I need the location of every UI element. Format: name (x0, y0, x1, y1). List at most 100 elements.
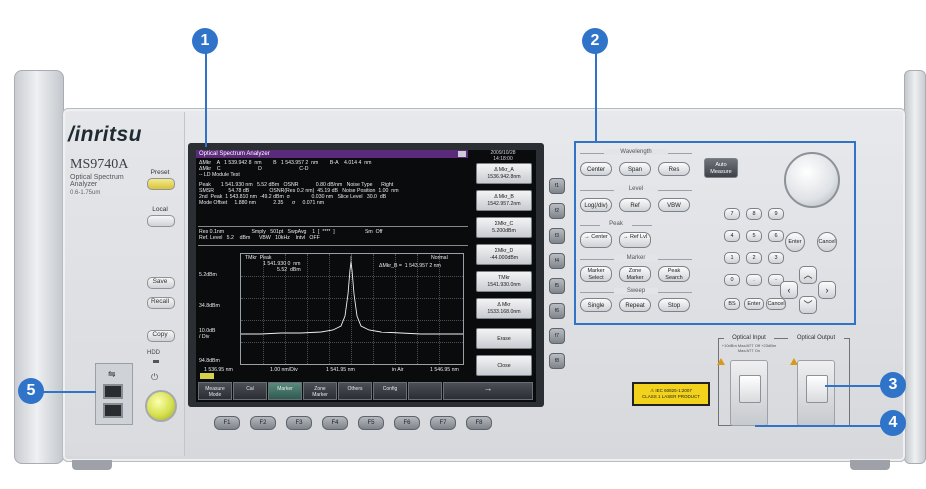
softkey-delta-mkr-b[interactable]: Δ Mkr_B 1542.957.2nm (476, 190, 532, 211)
function-key-f1[interactable]: F1 (214, 416, 240, 430)
hdd-label: HDD (147, 350, 160, 356)
stop-button[interactable]: Stop (658, 298, 690, 312)
softkey-mkr-d[interactable]: ΣMkr_D -44.000dBm (476, 244, 532, 265)
num-key-2[interactable]: 2 (746, 252, 762, 264)
tab-zone-marker[interactable]: Zone Marker (303, 382, 337, 400)
tab-config[interactable]: Config (373, 382, 407, 400)
callout-line (825, 385, 882, 387)
screen-title: Optical Spectrum Analyzer (199, 151, 270, 157)
divider (198, 226, 468, 227)
left-arrow-button[interactable]: ‹ (780, 281, 798, 299)
cancel-round-button[interactable]: Cancel (817, 232, 837, 252)
function-key-f6[interactable]: F6 (394, 416, 420, 430)
x-label-medium: in Air (392, 367, 404, 373)
num-key-0[interactable]: 0 (724, 274, 740, 286)
cancel-key[interactable]: Cancel (766, 298, 786, 310)
tab-others[interactable]: Others (338, 382, 372, 400)
num-key-7[interactable]: 7 (724, 208, 740, 220)
lcd-screen: Optical Spectrum Analyzer 2009/10/28 14:… (196, 150, 536, 402)
zone-marker-button[interactable]: Zone Marker (619, 266, 651, 282)
x-label-div: 1.00 nm/Div (270, 367, 298, 373)
vbw-button[interactable]: VBW (658, 198, 690, 212)
res-button[interactable]: Res (658, 162, 690, 176)
num-key-4[interactable]: 4 (724, 230, 740, 242)
function-key-f7[interactable]: F7 (430, 416, 456, 430)
local-label: Local (152, 206, 168, 213)
softkey-delta-mkr[interactable]: Δ Mkr 1533.168.0nm (476, 298, 532, 319)
side-key-f1[interactable]: f1 (549, 178, 565, 194)
single-button[interactable]: Single (580, 298, 612, 312)
datetime: 2009/10/28 14:18:00 (470, 150, 536, 162)
callout-line (755, 425, 882, 427)
side-key-f8[interactable]: f8 (549, 353, 565, 369)
local-button[interactable] (147, 215, 175, 227)
function-key-f3[interactable]: F3 (286, 416, 312, 430)
down-arrow-button[interactable]: ﹀ (799, 296, 817, 314)
sweep-group-label: Sweep (614, 288, 658, 294)
peak-to-center-button[interactable]: → Center (580, 232, 612, 248)
model-name: MS9740A (70, 157, 129, 172)
delta-marker-readout: ΔMkr_B = 1 543.957 2 nm (379, 263, 441, 269)
log-div-button[interactable]: Log(/div) (580, 198, 612, 212)
auto-measure-button[interactable]: Auto Measure (704, 158, 738, 178)
function-key-f4[interactable]: F4 (322, 416, 348, 430)
trace-marker-level: 5.52 dBm (277, 267, 301, 273)
x-label-center: 1 541.95 nm (326, 367, 355, 373)
num-key-dot[interactable]: . (746, 274, 762, 286)
enter-key[interactable]: Enter (744, 298, 764, 310)
softkey-mkr-c[interactable]: ΣMkr_C 5.200dBm (476, 217, 532, 238)
trace-mode: Normal (431, 255, 448, 261)
softkey-close[interactable]: Close (476, 355, 532, 376)
callout-5: 5 (18, 378, 44, 404)
right-arrow-button[interactable]: › (818, 281, 836, 299)
num-key-3[interactable]: 3 (768, 252, 784, 264)
marker-select-button[interactable]: Marker Select (580, 266, 612, 282)
function-key-f2[interactable]: F2 (250, 416, 276, 430)
measure-line: Mode Offset 1.880 nm 2.35 σ 0.071 nm (199, 200, 325, 206)
peak-to-ref-level-button[interactable]: → Ref Lvl (619, 232, 651, 248)
tab-marker[interactable]: Marker (268, 382, 302, 400)
peak-search-button[interactable]: Peak Search (658, 266, 690, 282)
recall-label: Recall (150, 298, 170, 305)
rotary-knob[interactable] (784, 152, 840, 208)
softkey-erase[interactable]: Erase (476, 328, 532, 349)
span-button[interactable]: Span (619, 162, 651, 176)
side-key-f3[interactable]: f3 (549, 228, 565, 244)
tab-next[interactable]: → (443, 382, 533, 400)
center-button[interactable]: Center (580, 162, 612, 176)
side-key-f6[interactable]: f6 (549, 303, 565, 319)
num-key-5[interactable]: 5 (746, 230, 762, 242)
num-key-1[interactable]: 1 (724, 252, 740, 264)
function-key-f8[interactable]: F8 (466, 416, 492, 430)
enter-round-button[interactable]: Enter (785, 232, 805, 252)
spectrum-graph[interactable]: TMkr Peak 1 541.930 0 nm 5.52 dBm ΔMkr_B… (240, 253, 464, 365)
ref-button[interactable]: Ref (619, 198, 651, 212)
optical-output-label: Optical Output (788, 335, 844, 341)
num-key-8[interactable]: 8 (746, 208, 762, 220)
tab-cal[interactable]: Cal (233, 382, 267, 400)
num-key-6[interactable]: 6 (768, 230, 784, 242)
window-icon (458, 151, 466, 157)
copy-label: Copy (152, 331, 168, 338)
num-key-9[interactable]: 9 (768, 208, 784, 220)
softkey-delta-mkr-a[interactable]: Δ Mkr_A 1536.942.8nm (476, 163, 532, 184)
preset-button[interactable] (147, 178, 175, 190)
softkey-tmkr[interactable]: TMkr 1541.930.0nm (476, 271, 532, 292)
usb-port-2[interactable] (103, 403, 123, 418)
usb-port-1[interactable] (103, 384, 123, 399)
tab-empty[interactable] (408, 382, 442, 400)
repeat-button[interactable]: Repeat (619, 298, 651, 312)
optical-output-port[interactable] (797, 360, 835, 426)
side-key-f7[interactable]: f7 (549, 328, 565, 344)
callout-2: 2 (582, 28, 608, 54)
hdd-indicator (153, 360, 159, 363)
side-key-f2[interactable]: f2 (549, 203, 565, 219)
power-switch[interactable] (145, 390, 177, 422)
side-key-f5[interactable]: f5 (549, 278, 565, 294)
up-arrow-button[interactable]: ︿ (799, 266, 817, 284)
side-key-f4[interactable]: f4 (549, 253, 565, 269)
tab-measure-mode[interactable]: Measure Mode (198, 382, 232, 400)
function-key-f5[interactable]: F5 (358, 416, 384, 430)
optical-input-port[interactable] (730, 360, 768, 426)
bs-key[interactable]: BS (724, 298, 740, 310)
